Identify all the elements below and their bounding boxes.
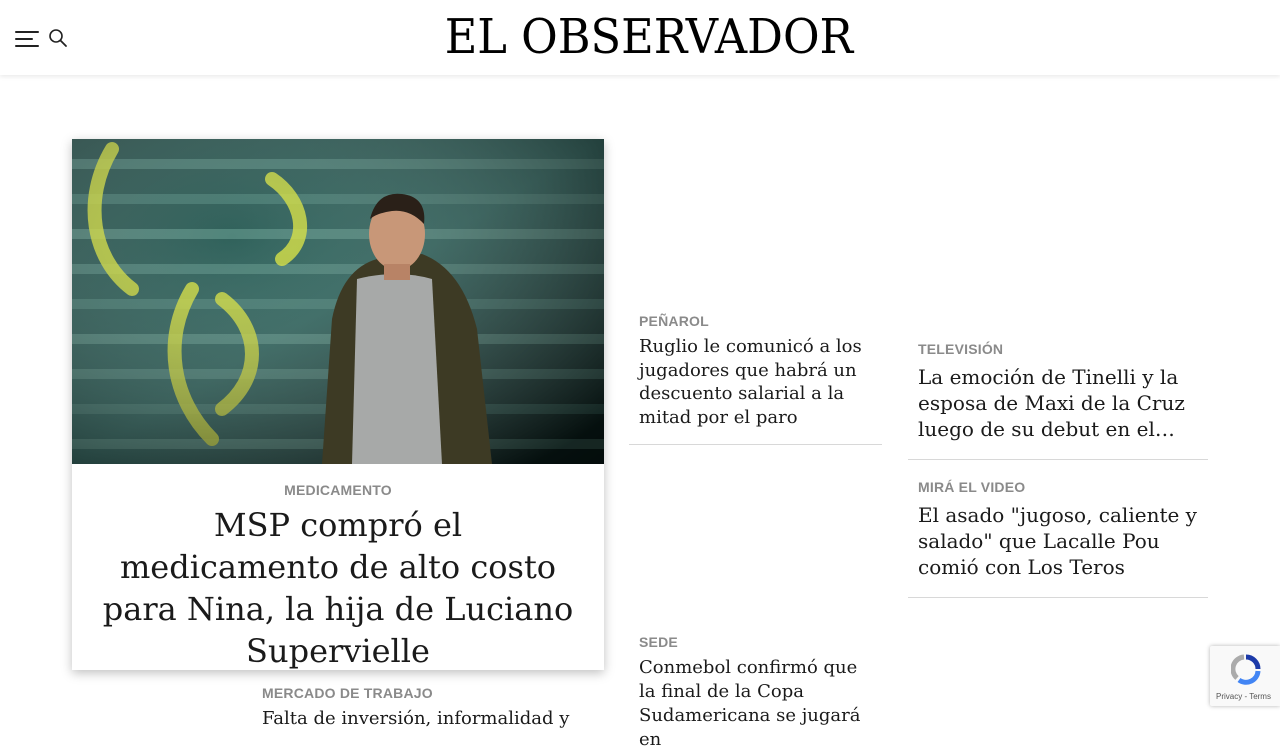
story-divider [908,459,1208,460]
recaptcha-links[interactable]: Privacy - Terms [1216,692,1271,701]
site-logo[interactable]: EL OBSERVADOR [445,12,853,62]
search-icon[interactable] [48,28,68,48]
hero-kicker: MEDICAMENTO [284,482,392,498]
story-kicker: MERCADO DE TRABAJO [262,685,433,701]
story-headline[interactable]: La emoción de Tinelli y la esposa de Max… [918,364,1198,442]
story-headline[interactable]: Falta de inversión, informalidad y [262,707,592,731]
story-headline[interactable]: Conmebol confirmó que la final de la Cop… [639,656,879,752]
story-television[interactable]: TELEVISIÓN La emoción de Tinelli y la es… [918,341,1198,442]
story-divider [908,597,1208,598]
story-divider [629,444,882,445]
hamburger-menu-icon[interactable] [15,29,39,47]
hero-story-card[interactable]: MEDICAMENTO MSP compró el medicamento de… [72,139,604,670]
story-video[interactable]: MIRÁ EL VIDEO El asado "jugoso, caliente… [918,479,1198,580]
site-header: EL OBSERVADOR [0,0,1280,75]
story-sede[interactable]: SEDE Conmebol confirmó que la final de l… [639,634,879,752]
story-kicker: PEÑAROL [639,313,709,329]
hero-headline[interactable]: MSP compró el medicamento de alto costo … [102,504,574,672]
story-kicker: MIRÁ EL VIDEO [918,479,1026,495]
hero-image[interactable] [72,139,604,464]
story-kicker: SEDE [639,634,678,650]
recaptcha-badge[interactable]: Privacy - Terms [1210,646,1280,706]
story-headline[interactable]: El asado "jugoso, caliente y salado" que… [918,502,1198,580]
recaptcha-icon [1231,654,1261,685]
story-headline[interactable]: Ruglio le comunicó a los jugadores que h… [639,335,879,429]
story-kicker: TELEVISIÓN [918,341,1004,357]
story-mercado[interactable]: MERCADO DE TRABAJO Falta de inversión, i… [262,685,592,731]
story-penarol[interactable]: PEÑAROL Ruglio le comunicó a los jugador… [639,313,879,429]
